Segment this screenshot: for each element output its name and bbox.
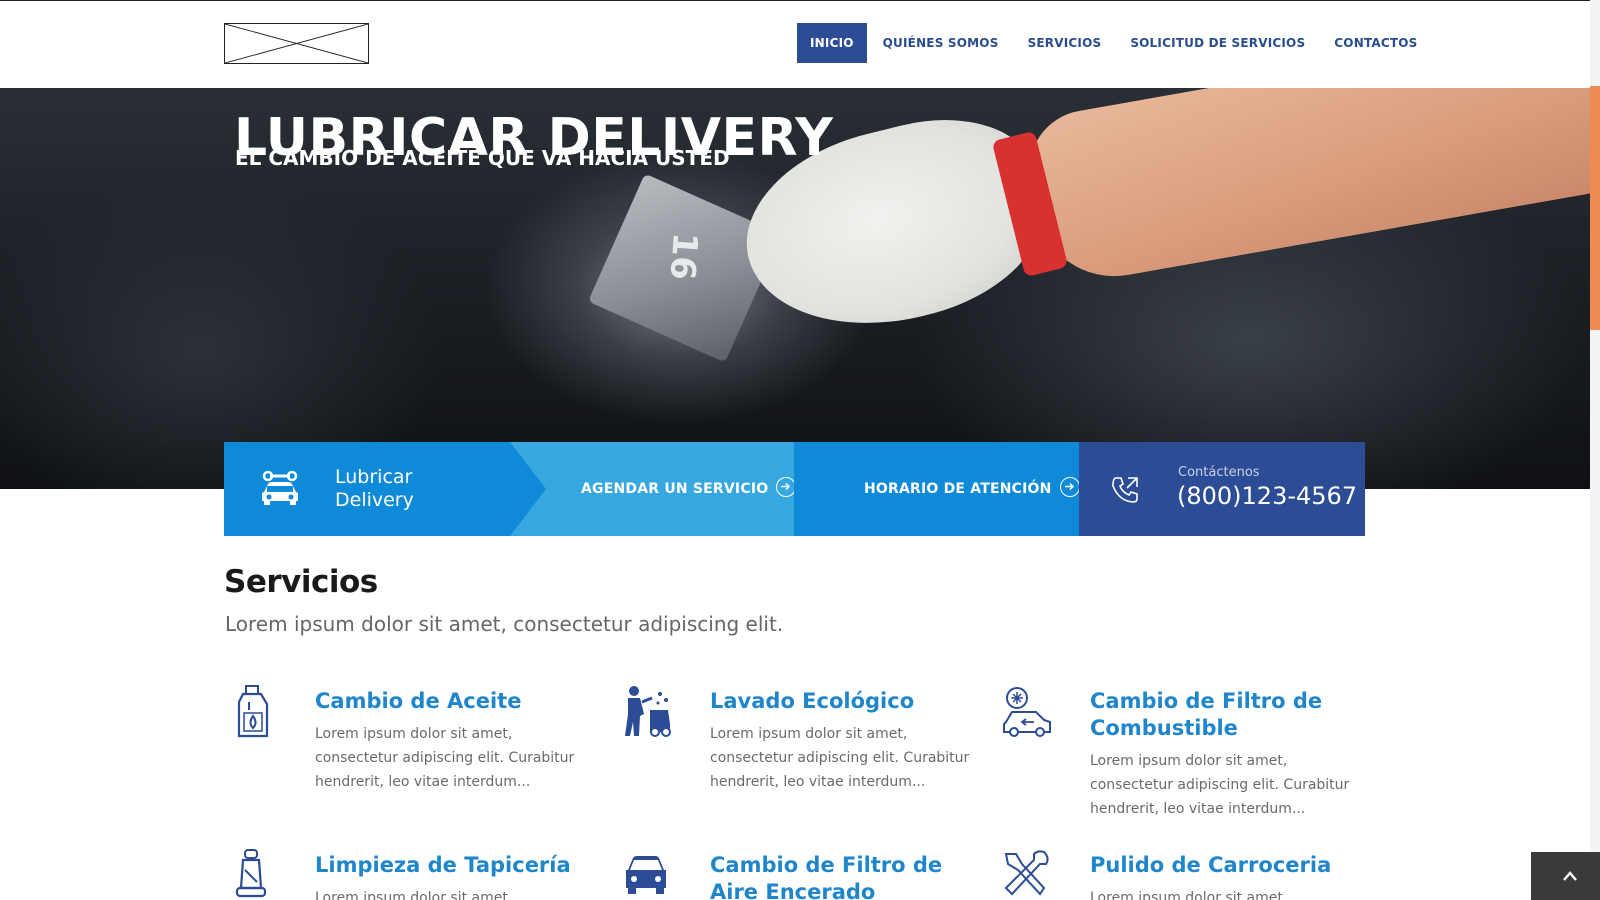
service-item: Cambio de Aceite Lorem ipsum dolor sit a… bbox=[225, 684, 585, 804]
site-header: INICIO QUIÉNES SOMOS SERVICIOS SOLICITUD… bbox=[0, 0, 1590, 88]
service-item: Cambio de Filtro de Combustible Lorem ip… bbox=[1000, 684, 1360, 824]
arrow-right-circle-icon bbox=[1059, 477, 1080, 497]
hero-arm-graphic bbox=[1019, 88, 1590, 289]
contact-block[interactable]: Contáctenos (800)123-4567 bbox=[1079, 442, 1365, 536]
main-nav: INICIO QUIÉNES SOMOS SERVICIOS SOLICITUD… bbox=[797, 23, 1431, 63]
car-repair-icon bbox=[258, 470, 302, 506]
info-brand-block: Lubricar Delivery bbox=[224, 442, 546, 536]
oil-bottle-icon bbox=[225, 684, 277, 740]
services-subtitle: Lorem ipsum dolor sit amet, consectetur … bbox=[225, 612, 784, 636]
nav-servicios[interactable]: SERVICIOS bbox=[1015, 23, 1115, 63]
service-title[interactable]: Pulido de Carroceria bbox=[1090, 852, 1370, 879]
car-filter-icon bbox=[1000, 684, 1052, 740]
logo-placeholder[interactable] bbox=[224, 23, 369, 64]
car-front-icon bbox=[620, 848, 672, 900]
nav-inicio[interactable]: INICIO bbox=[797, 23, 867, 63]
phone-icon bbox=[1109, 474, 1141, 506]
service-description: Lorem ipsum dolor sit amet, consectetur … bbox=[710, 726, 970, 790]
service-title[interactable]: Cambio de Filtro de Combustible bbox=[1090, 688, 1370, 742]
contact-caption: Contáctenos bbox=[1178, 465, 1260, 480]
wrench-screwdriver-icon bbox=[1000, 848, 1052, 900]
car-seat-icon bbox=[225, 848, 277, 900]
page-scrollbar[interactable] bbox=[1590, 0, 1600, 900]
info-brand-label: Lubricar Delivery bbox=[335, 466, 414, 511]
back-to-top-button[interactable] bbox=[1531, 852, 1600, 900]
service-description: Lorem ipsum dolor sit amet, consectetur … bbox=[315, 726, 575, 790]
schedule-service-link[interactable]: AGENDAR UN SERVICIO bbox=[510, 442, 797, 536]
schedule-service-label: AGENDAR UN SERVICIO bbox=[581, 481, 769, 497]
services-title: Servicios bbox=[224, 564, 378, 600]
service-item: Cambio de Filtro de Aire Encerado bbox=[620, 848, 980, 900]
engine-marking: 16 bbox=[661, 231, 705, 282]
service-item: Lavado Ecológico Lorem ipsum dolor sit a… bbox=[620, 684, 980, 804]
hours-link[interactable]: HORARIO DE ATENCIÓN bbox=[794, 442, 1080, 536]
nav-solicitud-de-servicios[interactable]: SOLICITUD DE SERVICIOS bbox=[1117, 23, 1318, 63]
chevron-up-icon bbox=[1563, 871, 1577, 881]
contact-phone[interactable]: (800)123-4567 bbox=[1177, 482, 1357, 510]
car-wash-icon bbox=[620, 684, 672, 740]
info-bar: Lubricar Delivery AGENDAR UN SERVICIO HO… bbox=[224, 442, 1365, 536]
nav-contactos[interactable]: CONTACTOS bbox=[1321, 23, 1430, 63]
service-title[interactable]: Lavado Ecológico bbox=[710, 688, 990, 715]
service-item: Pulido de Carroceria Lorem ipsum dolor s… bbox=[1000, 848, 1360, 900]
service-title[interactable]: Limpieza de Tapicería bbox=[315, 852, 595, 879]
nav-quienes-somos[interactable]: QUIÉNES SOMOS bbox=[870, 23, 1012, 63]
service-description: Lorem ipsum dolor sit amet, consectetur bbox=[1090, 890, 1288, 900]
service-description: Lorem ipsum dolor sit amet, consectetur … bbox=[1090, 753, 1350, 817]
hero-banner: 16 LUBRICAR DELIVERY EL CAMBIO DE ACEITE… bbox=[0, 88, 1590, 489]
service-item: Limpieza de Tapicería Lorem ipsum dolor … bbox=[225, 848, 585, 900]
service-title[interactable]: Cambio de Filtro de Aire Encerado bbox=[710, 852, 990, 900]
service-title[interactable]: Cambio de Aceite bbox=[315, 688, 595, 715]
hero-subtitle: EL CAMBIO DE ACEITE QUE VA HACIA USTED bbox=[235, 146, 730, 170]
hours-label: HORARIO DE ATENCIÓN bbox=[864, 481, 1052, 497]
scrollbar-thumb[interactable] bbox=[1590, 86, 1600, 330]
service-description: Lorem ipsum dolor sit amet, consectetur bbox=[315, 890, 513, 900]
